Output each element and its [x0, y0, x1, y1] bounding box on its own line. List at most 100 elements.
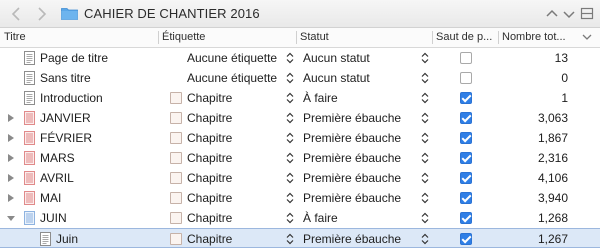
row-label-select[interactable]: Chapitre	[187, 128, 232, 148]
chevron-down-icon	[563, 11, 575, 19]
row-title[interactable]: Sans titre	[40, 68, 91, 88]
row-status-select[interactable]: Première ébauche	[303, 168, 401, 188]
page-break-checkbox[interactable]	[460, 172, 472, 184]
row-label-select[interactable]: Chapitre	[187, 108, 232, 128]
row-label-select[interactable]: Chapitre	[187, 229, 232, 249]
row-status-select[interactable]: Première ébauche	[303, 128, 401, 148]
column-header-page-break[interactable]: Saut de p...	[432, 28, 498, 47]
outline-row[interactable]: FÉVRIER Chapitre Première ébauche 1,867	[0, 128, 600, 148]
row-label-select[interactable]: Chapitre	[187, 168, 232, 188]
row-title[interactable]: Page de titre	[40, 48, 108, 68]
outline-row[interactable]: Juin Chapitre Première ébauche 1,267	[0, 228, 600, 248]
row-label-select[interactable]: Chapitre	[187, 148, 232, 168]
scroll-down-button[interactable]	[562, 6, 576, 22]
outline-row[interactable]: Introduction Chapitre À faire 1	[0, 88, 600, 108]
row-title[interactable]: MARS	[40, 148, 75, 168]
disclosure-collapsed-icon[interactable]	[7, 153, 15, 163]
row-title[interactable]: Introduction	[40, 88, 103, 108]
back-button[interactable]	[8, 5, 26, 23]
page-break-checkbox[interactable]	[460, 112, 472, 124]
row-label-select[interactable]: Aucune étiquette	[187, 48, 277, 68]
page-break-checkbox[interactable]	[460, 52, 472, 64]
page-break-checkbox[interactable]	[460, 72, 472, 84]
row-status-select[interactable]: Première ébauche	[303, 108, 401, 128]
outline-row[interactable]: MARS Chapitre Première ébauche 2,316	[0, 148, 600, 168]
word-count: 1	[561, 91, 568, 105]
row-title[interactable]: JUIN	[40, 208, 67, 228]
status-stepper-icon[interactable]	[421, 212, 429, 224]
outline-row[interactable]: JANVIER Chapitre Première ébauche 3,063	[0, 108, 600, 128]
scroll-up-button[interactable]	[545, 6, 559, 22]
row-status-select[interactable]: À faire	[303, 208, 338, 228]
label-stepper-icon[interactable]	[286, 233, 294, 245]
stack-icon	[24, 111, 35, 125]
disclosure-expanded-icon[interactable]	[7, 213, 15, 223]
column-header-status[interactable]: Statut	[296, 28, 432, 47]
split-view-button[interactable]	[580, 6, 594, 22]
status-stepper-icon[interactable]	[421, 152, 429, 164]
outline-row[interactable]: JUIN Chapitre À faire 1,268	[0, 208, 600, 228]
outline-row[interactable]: AVRIL Chapitre Première ébauche 4,106	[0, 168, 600, 188]
status-stepper-icon[interactable]	[421, 192, 429, 204]
disclosure-collapsed-icon[interactable]	[7, 193, 15, 203]
row-title[interactable]: FÉVRIER	[40, 128, 92, 148]
outline-row[interactable]: MAI Chapitre Première ébauche 3,940	[0, 188, 600, 208]
status-stepper-icon[interactable]	[421, 172, 429, 184]
label-stepper-icon[interactable]	[286, 152, 294, 164]
row-title[interactable]: JANVIER	[40, 108, 91, 128]
disclosure-collapsed-icon[interactable]	[7, 113, 15, 123]
outline-row[interactable]: Page de titre Aucune étiquette Aucun statu…	[0, 48, 600, 68]
page-break-checkbox[interactable]	[460, 212, 472, 224]
label-stepper-icon[interactable]	[286, 212, 294, 224]
status-stepper-icon[interactable]	[421, 233, 429, 245]
label-stepper-icon[interactable]	[286, 172, 294, 184]
word-count: 3,063	[537, 111, 568, 125]
page-break-checkbox[interactable]	[460, 192, 472, 204]
status-stepper-icon[interactable]	[421, 112, 429, 124]
page-break-checkbox[interactable]	[460, 92, 472, 104]
label-color-swatch	[170, 132, 182, 144]
label-stepper-icon[interactable]	[286, 72, 294, 84]
column-header-title[interactable]: Titre	[0, 28, 158, 47]
label-stepper-icon[interactable]	[286, 132, 294, 144]
forward-button[interactable]	[32, 5, 50, 23]
label-stepper-icon[interactable]	[286, 192, 294, 204]
row-title[interactable]: MAI	[40, 188, 61, 208]
row-label-select[interactable]: Aucune étiquette	[187, 68, 277, 88]
status-stepper-icon[interactable]	[421, 92, 429, 104]
disclosure-collapsed-icon[interactable]	[7, 173, 15, 183]
row-title[interactable]: Juin	[56, 229, 78, 249]
row-label-select[interactable]: Chapitre	[187, 208, 232, 228]
label-color-swatch	[170, 152, 182, 164]
row-status-select[interactable]: À faire	[303, 88, 338, 108]
row-status-select[interactable]: Première ébauche	[303, 229, 401, 249]
label-color-swatch	[170, 212, 182, 224]
word-count: 1,867	[537, 131, 568, 145]
stack-icon	[24, 211, 35, 225]
word-count: 0	[561, 71, 568, 85]
row-label-select[interactable]: Chapitre	[187, 188, 232, 208]
word-count: 1,267	[537, 232, 568, 246]
page-break-checkbox[interactable]	[460, 132, 472, 144]
label-color-swatch	[170, 192, 182, 204]
disclosure-collapsed-icon[interactable]	[7, 133, 15, 143]
row-status-select[interactable]: Première ébauche	[303, 148, 401, 168]
page-break-checkbox[interactable]	[460, 233, 472, 245]
status-stepper-icon[interactable]	[421, 52, 429, 64]
status-stepper-icon[interactable]	[421, 72, 429, 84]
column-header-label[interactable]: Étiquette	[158, 28, 296, 47]
row-label-select[interactable]: Chapitre	[187, 88, 232, 108]
row-status-select[interactable]: Première ébauche	[303, 188, 401, 208]
columns-menu-icon[interactable]	[582, 32, 592, 42]
label-stepper-icon[interactable]	[286, 92, 294, 104]
row-status-select[interactable]: Aucun statut	[303, 68, 370, 88]
outline-row[interactable]: Sans titre Aucune étiquette Aucun statut 0	[0, 68, 600, 88]
status-stepper-icon[interactable]	[421, 132, 429, 144]
page-break-checkbox[interactable]	[460, 152, 472, 164]
label-stepper-icon[interactable]	[286, 112, 294, 124]
label-stepper-icon[interactable]	[286, 52, 294, 64]
chevron-left-icon	[11, 7, 20, 21]
row-status-select[interactable]: Aucun statut	[303, 48, 370, 68]
row-title[interactable]: AVRIL	[40, 168, 74, 188]
column-header-word-count[interactable]: Nombre tot...	[498, 28, 580, 47]
